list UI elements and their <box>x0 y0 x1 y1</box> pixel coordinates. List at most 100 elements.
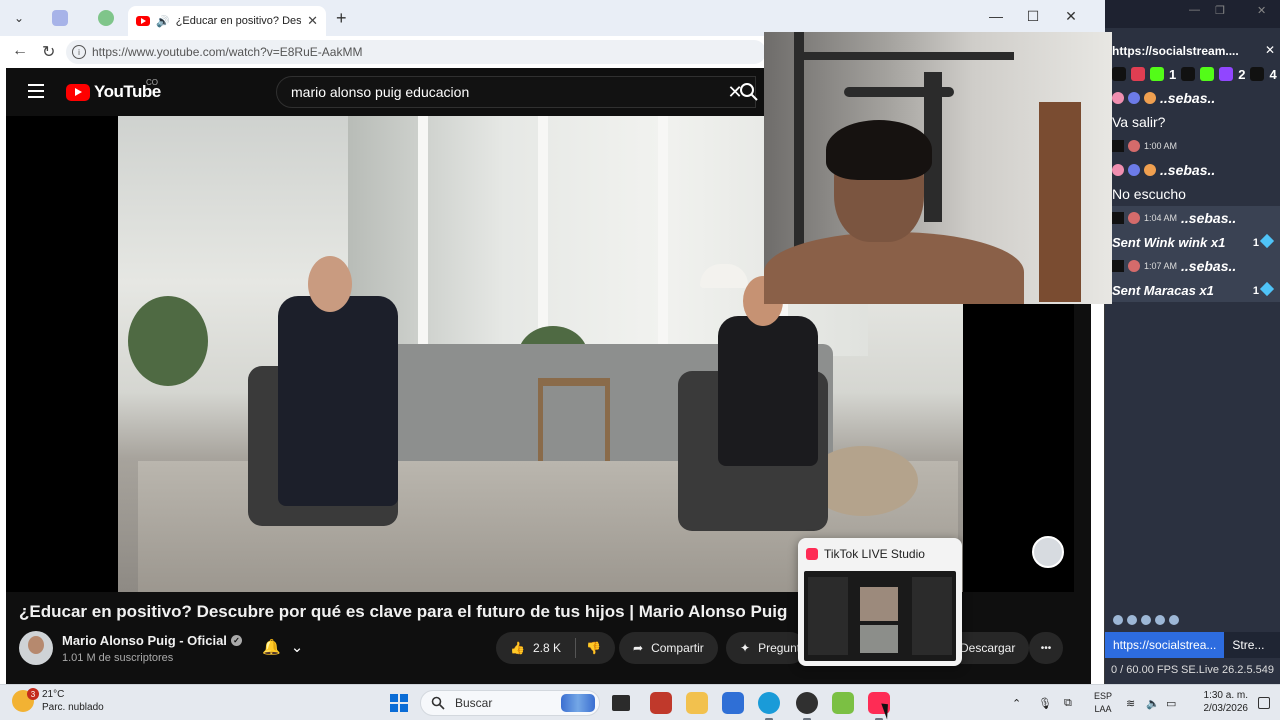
dock-tab-socialstream[interactable]: https://socialstrea... <box>1105 632 1225 658</box>
notification-icon[interactable] <box>1258 697 1270 709</box>
start-button[interactable] <box>390 694 408 712</box>
kick-icon <box>1200 67 1215 81</box>
chat-text: Va salir? <box>1112 114 1166 130</box>
edge-browser-icon[interactable] <box>758 692 780 720</box>
channel-watermark-avatar[interactable] <box>1032 536 1064 568</box>
socialstream-close-icon[interactable]: ✕ <box>1265 43 1275 57</box>
person-body <box>764 232 1024 304</box>
file-explorer-icon[interactable] <box>686 692 708 714</box>
menu-icon[interactable] <box>28 84 44 98</box>
close-window-button[interactable]: ✕ <box>1058 8 1084 25</box>
chat-gift-row: Sent Maracas x1 1 <box>1105 278 1280 302</box>
speaker-icon[interactable]: 🔊 <box>156 15 170 28</box>
back-arrow-icon[interactable]: ← <box>12 42 28 60</box>
tab-camera-icon[interactable] <box>52 10 68 26</box>
minimize-button[interactable]: — <box>983 8 1009 24</box>
chat-user: ..sebas.. <box>1181 258 1237 274</box>
search-button[interactable] <box>734 76 764 108</box>
youtube-play-icon <box>66 83 90 101</box>
tray-overflow-icon[interactable]: ⌃ <box>1012 685 1021 720</box>
battery-icon[interactable]: ▭ <box>1166 685 1176 720</box>
subscriber-count: 1.01 M de suscriptores <box>62 652 174 664</box>
clock-time: 1:30 a. m. <box>1203 690 1248 701</box>
close-tab-icon[interactable]: ✕ <box>307 13 318 29</box>
weather-text: 21°C Parc. nublado <box>42 688 104 714</box>
side-minimize-icon[interactable]: — <box>1189 4 1200 16</box>
socialstream-titlebar: — ❐ ✕ <box>1105 0 1280 28</box>
system-clock[interactable]: 1:30 a. m. 2/03/2026 <box>1190 689 1249 715</box>
chat-event-row: 1:04 AM ..sebas.. <box>1105 206 1280 230</box>
gift-amount-value: 1 <box>1252 284 1259 297</box>
weather-widget[interactable]: 3 21°C Parc. nublado <box>12 688 104 714</box>
volume-icon[interactable]: 🔈 <box>1146 685 1160 720</box>
maximize-button[interactable]: ☐ <box>1020 8 1046 25</box>
gift-text: Sent Wink wink x1 <box>1112 234 1226 250</box>
obs-dock-tabs: https://socialstrea... Stre... <box>1105 632 1280 658</box>
obs-status-bar: 0 / 60.00 FPS SE.Live 26.2.5.549 <box>1105 660 1280 680</box>
tab-title: ¿Educar en positivo? Descubre por qué es… <box>175 15 302 27</box>
site-info-icon[interactable]: i <box>72 45 86 59</box>
heart-icon <box>1144 92 1156 104</box>
taskbar-search[interactable]: Buscar <box>420 690 600 716</box>
search-box[interactable]: mario alonso puig educacion ✕ <box>276 76 756 108</box>
webcam-overlay <box>764 32 1112 304</box>
url-text: https://www.youtube.com/watch?v=E8RuE-Aa… <box>92 45 363 59</box>
avatar <box>1128 140 1140 152</box>
subscription-bell-button[interactable]: 🔔 ⌄ <box>254 631 316 663</box>
ask-button[interactable]: ✦ Pregunt <box>726 632 806 664</box>
panel-right <box>912 577 952 655</box>
download-label: Descargar <box>960 641 1016 655</box>
globe-icon[interactable] <box>1155 615 1165 625</box>
host-man-head <box>308 256 352 312</box>
chat-app-icon[interactable] <box>832 692 854 714</box>
device-icon[interactable]: ⧉ <box>1064 685 1072 720</box>
bell-icon: 🔔 <box>262 639 281 656</box>
thumbs-up-icon: 👍 <box>510 641 525 655</box>
share-label: Compartir <box>651 641 704 655</box>
like-button[interactable]: 👍 2.8 K 👎 <box>496 632 615 664</box>
address-bar[interactable]: i https://www.youtube.com/watch?v=E8RuE-… <box>66 40 766 64</box>
obs-studio-icon[interactable] <box>796 692 818 720</box>
search-input[interactable]: mario alonso puig educacion <box>291 84 715 100</box>
preview-video <box>860 625 898 653</box>
avatar <box>1128 260 1140 272</box>
wifi-icon[interactable]: ≋ <box>1126 685 1135 720</box>
filter-icon[interactable] <box>1141 615 1151 625</box>
terminal-app-icon[interactable] <box>612 695 630 711</box>
weather-condition: Parc. nublado <box>42 702 104 713</box>
chat-user: ..sebas.. <box>1160 90 1216 106</box>
more-actions-button[interactable]: ••• <box>1029 632 1063 664</box>
share-button[interactable]: ➦ Compartir <box>619 632 718 664</box>
chat-time-row: 1:00 AM <box>1105 134 1280 158</box>
weather-badge: 3 <box>27 688 39 700</box>
tab-search-dropdown[interactable]: ⌄ <box>8 8 30 28</box>
chat-time: 1:07 AM <box>1144 261 1178 271</box>
channel-name-link[interactable]: Mario Alonso Puig - Oficial ✓ <box>62 633 242 648</box>
side-close-icon[interactable]: ✕ <box>1257 4 1266 17</box>
pause-icon[interactable] <box>1113 615 1123 625</box>
keyboard-layout: LAA <box>1094 704 1112 714</box>
side-maximize-icon[interactable]: ❐ <box>1215 4 1225 17</box>
new-tab-button[interactable]: + <box>336 8 347 29</box>
reload-icon[interactable]: ↻ <box>42 42 55 62</box>
thumbs-down-icon[interactable]: 👎 <box>574 638 601 658</box>
microphone-icon[interactable]: 🎙 <box>1038 685 1052 720</box>
shield-app-icon[interactable] <box>650 692 672 714</box>
tab-youtube[interactable]: 🔊 ¿Educar en positivo? Descubre por qué … <box>128 6 326 36</box>
input-language[interactable]: ESP LAA <box>1094 685 1112 720</box>
settings-icon[interactable] <box>1127 615 1137 625</box>
tiktok-icon <box>1181 67 1196 81</box>
dock-tab-stream[interactable]: Stre... <box>1224 632 1272 658</box>
store-app-icon[interactable] <box>722 692 744 714</box>
palette-icon[interactable] <box>1169 615 1179 625</box>
channel-avatar[interactable] <box>19 631 53 665</box>
gift-amount-value: 1 <box>1252 236 1259 249</box>
search-icon <box>431 696 445 710</box>
tiktok-taskbar-preview[interactable]: TikTok LIVE Studio <box>798 538 962 666</box>
bot-icon <box>1131 67 1145 81</box>
tab-money-icon[interactable] <box>98 10 114 26</box>
taskbar-search-placeholder: Buscar <box>455 696 493 710</box>
plant <box>128 296 208 386</box>
chat-text: No escucho <box>1112 186 1186 202</box>
tiktok-icon <box>1112 212 1124 224</box>
